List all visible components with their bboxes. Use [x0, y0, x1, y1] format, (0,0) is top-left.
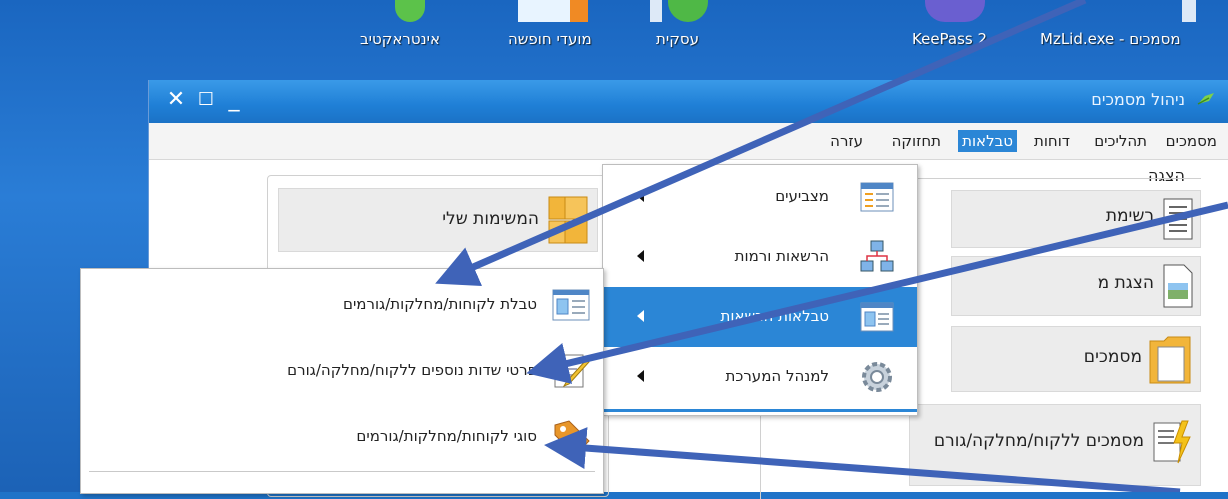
menu-item-system-admin[interactable]: למנהל המערכת	[603, 347, 917, 407]
keepass-icon[interactable]	[925, 0, 985, 22]
contact-card-icon	[860, 302, 894, 332]
menu-item-label: סוגי לקוחות/מחלקות/גורמים	[356, 427, 537, 445]
gear-icon	[862, 362, 892, 392]
menu-tables[interactable]: טבלאות	[958, 130, 1017, 152]
tables-dropdown-menu: מצביעים הרשאות ורמות טבלאות הרשאות למנהל	[602, 164, 918, 416]
desktop-icon-label[interactable]: KeePass 2	[912, 30, 987, 48]
permissions-submenu: טבלת לקוחות/מחלקות/גורמים פרטי שדות נוספ…	[80, 268, 604, 494]
menu-item-label: פרטי שדות נוספים ללקוח/מחלקה/גורם	[287, 361, 537, 379]
menu-documents[interactable]: מסמכים	[1166, 132, 1217, 150]
window-title: ניהול מסמכים	[1091, 90, 1185, 109]
documents-button[interactable]: מסמכים	[951, 326, 1201, 392]
menu-item-permissions[interactable]: הרשאות ורמות	[603, 227, 917, 287]
shortcut-arrow-icon	[1182, 0, 1196, 22]
submenu-item-extra-fields[interactable]: פרטי שדות נוספים ללקוח/מחלקה/גורם	[81, 341, 603, 399]
desktop-icon-label[interactable]: MzLid.exe - מסמכים	[1040, 30, 1181, 48]
menu-bottom-border	[603, 409, 917, 412]
desktop-icon-label[interactable]: עסקית	[656, 30, 699, 48]
desktop-icon-label[interactable]: מועדי חופשה	[508, 30, 592, 48]
menu-item-label: הרשאות ורמות	[734, 247, 829, 265]
menu-processes[interactable]: תהליכים	[1094, 132, 1147, 150]
button-label: רשימת	[1105, 206, 1154, 226]
document-list-icon	[1163, 198, 1193, 240]
menu-reports[interactable]: דוחות	[1034, 132, 1070, 150]
menu-item-label: טבלת לקוחות/מחלקות/גורמים	[343, 295, 537, 313]
shortcut-arrow-icon	[650, 0, 662, 22]
menu-item-label: מצביעים	[775, 187, 829, 205]
button-label: המשימות שלי	[442, 209, 539, 229]
submenu-arrow-icon	[637, 250, 644, 262]
submenu-arrow-icon	[637, 190, 644, 202]
menu-item-indicators[interactable]: מצביעים	[603, 167, 917, 227]
desktop-shortcut-icon[interactable]	[395, 0, 425, 22]
folder-icon	[1149, 336, 1191, 384]
my-tasks-button[interactable]: המשימות שלי	[278, 188, 598, 252]
folders-icon	[548, 196, 588, 244]
table-icon	[860, 182, 894, 212]
contact-card-icon	[552, 289, 590, 321]
lightning-document-icon	[1153, 420, 1191, 464]
submenu-arrow-icon	[637, 370, 644, 382]
menu-separator	[89, 471, 595, 472]
document-list-button[interactable]: רשימת	[951, 190, 1201, 248]
desktop-icon-label[interactable]: אינטראקטיב	[360, 30, 440, 48]
app-leaf-icon	[1197, 93, 1214, 105]
menu-maintenance[interactable]: תחזוקה	[892, 132, 941, 150]
edit-document-icon	[554, 354, 590, 388]
submenu-item-clients-table[interactable]: טבלת לקוחות/מחלקות/גורמים	[81, 275, 603, 333]
document-preview-button[interactable]: הצגת מ	[951, 256, 1201, 316]
button-label: מסמכים	[1083, 347, 1142, 367]
calendar-badge-icon	[570, 0, 588, 22]
tag-icon	[554, 420, 590, 456]
menu-help[interactable]: עזרה	[830, 132, 863, 150]
submenu-arrow-icon	[637, 310, 644, 322]
button-label: מסמכים ללקוח/מחלקה/גורם	[933, 431, 1144, 451]
network-icon	[860, 240, 894, 272]
title-bar[interactable]: ✕ ☐ _ ניהול מסמכים	[149, 80, 1228, 123]
close-button[interactable]: ✕	[163, 87, 189, 113]
menu-bar: מסמכים תהליכים דוחות טבלאות תחזוקה עזרה	[149, 123, 1228, 160]
submenu-item-client-types[interactable]: סוגי לקוחות/מחלקות/גורמים	[81, 407, 603, 465]
image-document-icon	[1163, 264, 1193, 308]
menu-item-permission-tables[interactable]: טבלאות הרשאות	[603, 287, 917, 347]
menu-item-label: למנהל המערכת	[725, 367, 829, 385]
desktop-shortcut-icon[interactable]	[518, 0, 570, 22]
button-label: הצגת מ	[1097, 273, 1154, 293]
menu-item-label: טבלאות הרשאות	[720, 307, 829, 325]
client-documents-button[interactable]: מסמכים ללקוח/מחלקה/גורם	[909, 404, 1201, 486]
minimize-button[interactable]: _	[221, 87, 247, 113]
desktop-shortcut-icon[interactable]	[668, 0, 708, 22]
maximize-button[interactable]: ☐	[193, 87, 219, 113]
